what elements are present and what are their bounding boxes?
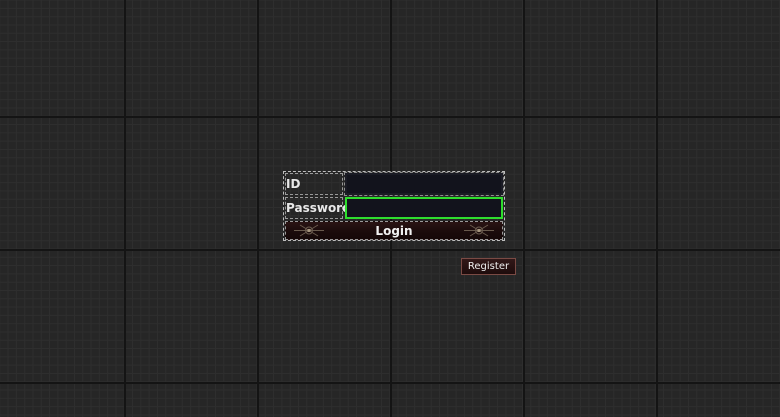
password-input[interactable] <box>345 197 503 219</box>
ornament-left-icon <box>294 224 324 237</box>
password-row: Password <box>285 197 503 219</box>
ornament-right-icon <box>464 224 494 237</box>
login-button-label: Login <box>375 223 413 238</box>
login-button[interactable]: Login <box>285 221 503 240</box>
register-button[interactable]: Register <box>461 258 516 275</box>
id-input[interactable] <box>344 172 504 196</box>
login-panel: ID Password Login <box>283 171 505 241</box>
id-row: ID <box>285 172 504 196</box>
canvas-background: ID Password Login Register <box>0 0 780 417</box>
password-label: Password <box>285 197 351 219</box>
id-label: ID <box>285 173 343 195</box>
